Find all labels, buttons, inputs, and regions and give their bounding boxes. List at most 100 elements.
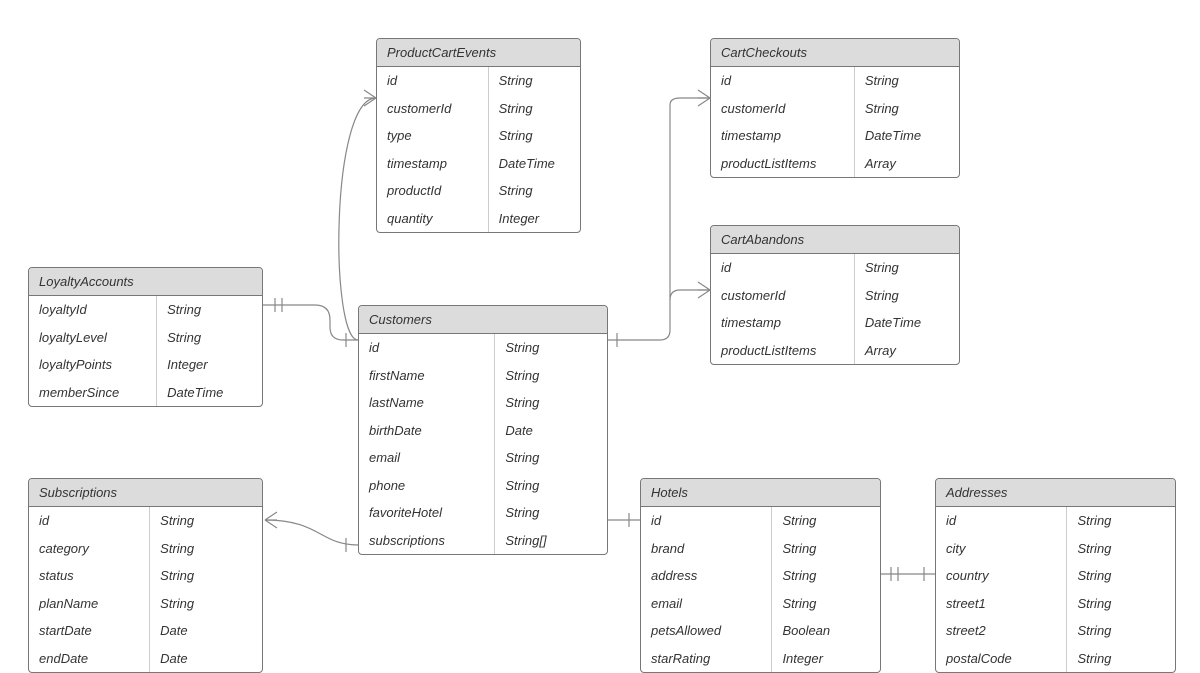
field-name: quantity [377,205,488,233]
field-name: subscriptions [359,527,494,555]
field-type: DateTime [855,309,959,337]
entity-cart-checkouts: CartCheckouts id customerId timestamp pr… [710,38,960,178]
field-name: favoriteHotel [359,499,494,527]
field-name: phone [359,472,494,500]
entity-title: Customers [359,306,607,334]
entity-title: Hotels [641,479,880,507]
field-type: String [1067,507,1175,535]
entity-customers: Customers id firstName lastName birthDat… [358,305,608,555]
field-type: String [855,67,959,95]
field-type: String [489,67,580,95]
field-type: String [150,507,262,535]
field-name: id [936,507,1066,535]
entity-product-cart-events: ProductCartEvents id customerId type tim… [376,38,581,233]
field-name: id [29,507,149,535]
field-type: Integer [157,351,262,379]
field-type: String [157,324,262,352]
field-name: timestamp [377,150,488,178]
field-name: email [641,590,771,618]
field-name: birthDate [359,417,494,445]
field-type: String [150,590,262,618]
field-name: loyaltyLevel [29,324,156,352]
field-type: String [495,389,607,417]
field-name: street2 [936,617,1066,645]
entity-title: Subscriptions [29,479,262,507]
field-type: Date [495,417,607,445]
field-name: country [936,562,1066,590]
field-name: id [711,67,854,95]
field-type: String [495,499,607,527]
field-name: productListItems [711,150,854,178]
field-type: String [772,507,880,535]
entity-title: CartAbandons [711,226,959,254]
field-name: loyaltyPoints [29,351,156,379]
field-type: String [1067,645,1175,673]
field-type: String [489,122,580,150]
field-type: String [1067,535,1175,563]
field-name: brand [641,535,771,563]
field-name: loyaltyId [29,296,156,324]
field-type: String [157,296,262,324]
field-type: Date [150,617,262,645]
field-type: String [772,590,880,618]
field-type: String [495,334,607,362]
field-name: memberSince [29,379,156,407]
field-type: Boolean [772,617,880,645]
field-name: category [29,535,149,563]
field-type: String [855,95,959,123]
field-type: String [855,282,959,310]
field-type: String [1067,562,1175,590]
field-type: String [495,362,607,390]
field-type: Date [150,645,262,673]
field-name: endDate [29,645,149,673]
entity-subscriptions: Subscriptions id category status planNam… [28,478,263,673]
entity-hotels: Hotels id brand address email petsAllowe… [640,478,881,673]
field-name: starRating [641,645,771,673]
field-name: customerId [711,282,854,310]
field-type: String [1067,617,1175,645]
entity-title: Addresses [936,479,1175,507]
field-name: firstName [359,362,494,390]
field-name: id [377,67,488,95]
field-name: email [359,444,494,472]
field-name: timestamp [711,122,854,150]
entity-addresses: Addresses id city country street1 street… [935,478,1176,673]
field-name: type [377,122,488,150]
field-name: timestamp [711,309,854,337]
field-type: DateTime [855,122,959,150]
field-type: String[] [495,527,607,555]
field-type: Array [855,337,959,365]
field-name: customerId [377,95,488,123]
entity-title: CartCheckouts [711,39,959,67]
field-name: postalCode [936,645,1066,673]
field-type: String [495,444,607,472]
field-name: lastName [359,389,494,417]
field-type: String [1067,590,1175,618]
entity-title: ProductCartEvents [377,39,580,67]
field-name: customerId [711,95,854,123]
entity-title: LoyaltyAccounts [29,268,262,296]
field-name: id [359,334,494,362]
field-name: startDate [29,617,149,645]
field-type: Integer [489,205,580,233]
field-type: String [489,95,580,123]
field-name: address [641,562,771,590]
field-name: petsAllowed [641,617,771,645]
field-type: Integer [772,645,880,673]
field-name: productListItems [711,337,854,365]
field-name: city [936,535,1066,563]
field-type: String [772,535,880,563]
field-type: String [495,472,607,500]
field-type: String [150,562,262,590]
field-type: DateTime [157,379,262,407]
field-name: id [711,254,854,282]
field-type: DateTime [489,150,580,178]
entity-loyalty-accounts: LoyaltyAccounts loyaltyId loyaltyLevel l… [28,267,263,407]
entity-cart-abandons: CartAbandons id customerId timestamp pro… [710,225,960,365]
field-type: String [489,177,580,205]
field-name: planName [29,590,149,618]
field-type: String [772,562,880,590]
field-name: productId [377,177,488,205]
field-type: String [150,535,262,563]
field-name: id [641,507,771,535]
